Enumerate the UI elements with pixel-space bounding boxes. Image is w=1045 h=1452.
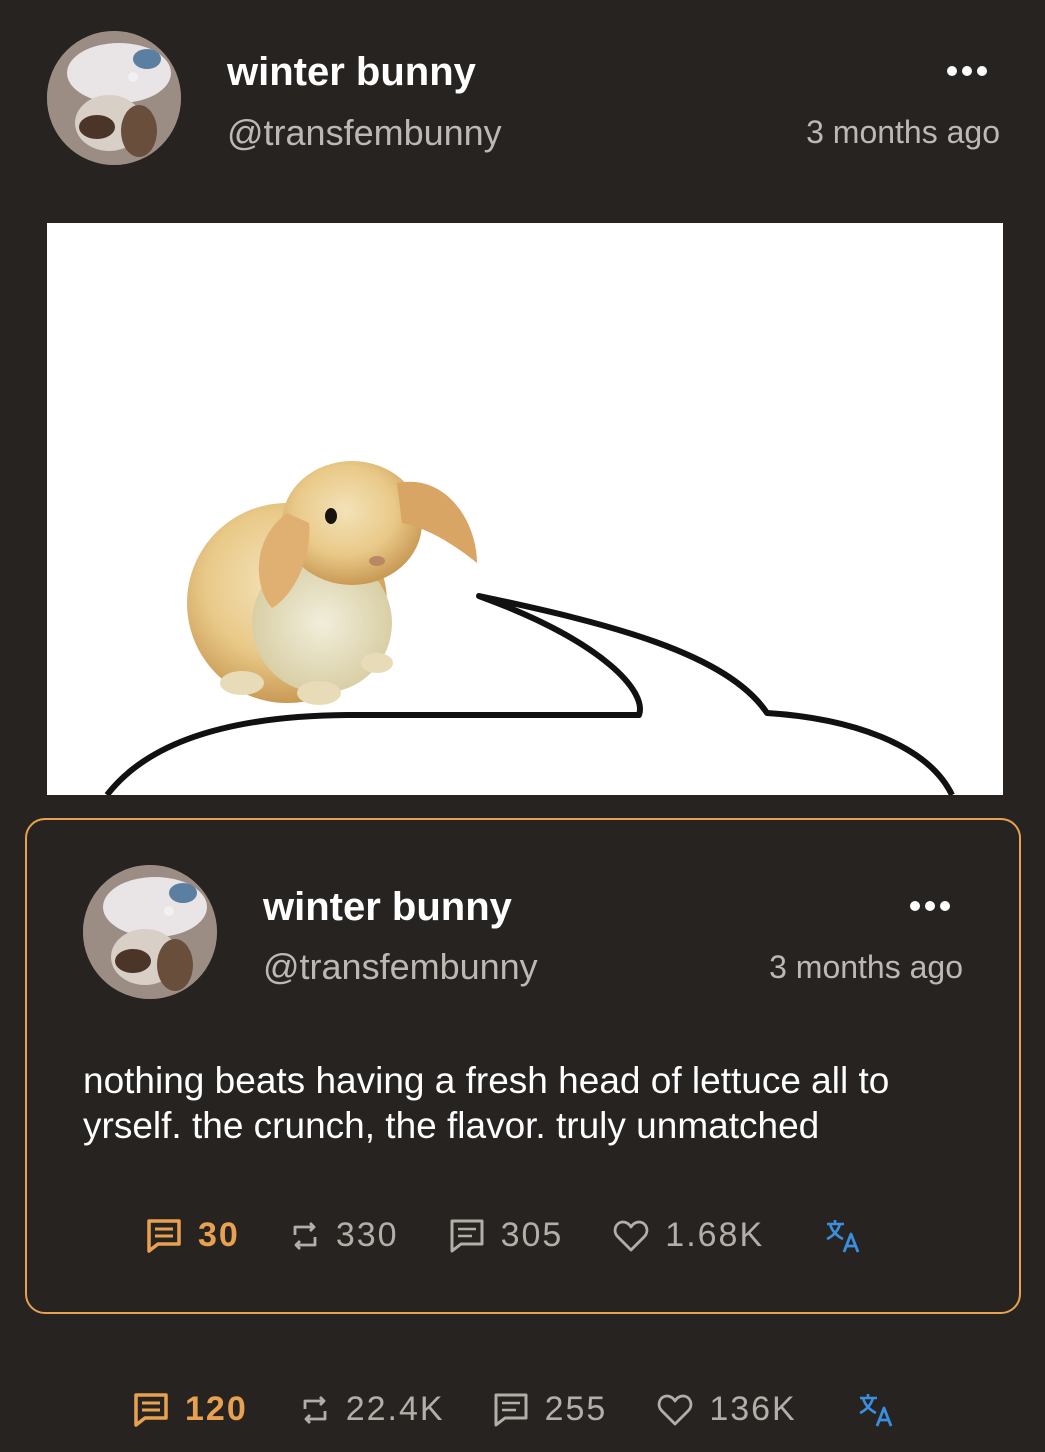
more-icon[interactable] bbox=[910, 895, 950, 917]
like-count: 1.68K bbox=[665, 1216, 765, 1254]
reblog-count: 22.4K bbox=[345, 1390, 445, 1428]
like-count: 136K bbox=[709, 1390, 797, 1428]
bunny-speech-bubble-image bbox=[104, 461, 955, 795]
translate-icon bbox=[826, 1219, 860, 1253]
heart-icon bbox=[658, 1394, 693, 1425]
bunny-avatar-image bbox=[83, 865, 217, 999]
reblog-count: 330 bbox=[335, 1216, 399, 1254]
author-name[interactable]: winter bunny bbox=[227, 50, 476, 95]
reblog-button[interactable]: 330 bbox=[290, 1216, 399, 1255]
quoted-post-text: nothing beats having a fresh head of let… bbox=[83, 1060, 890, 1146]
reblog-icon bbox=[303, 1395, 327, 1424]
quoted-author-name[interactable]: winter bunny bbox=[263, 885, 512, 930]
translate-button[interactable] bbox=[857, 1391, 895, 1429]
quote-button[interactable]: 305 bbox=[449, 1216, 564, 1255]
reply-button[interactable]: 120 bbox=[133, 1390, 248, 1429]
quote-button[interactable]: 255 bbox=[493, 1390, 608, 1429]
like-button[interactable]: 1.68K bbox=[613, 1216, 764, 1255]
bunny-avatar-image bbox=[47, 31, 181, 165]
translate-button[interactable] bbox=[824, 1217, 862, 1255]
reblog-button[interactable]: 22.4K bbox=[300, 1390, 445, 1429]
translate-icon bbox=[859, 1393, 893, 1427]
author-handle[interactable]: @transfembunny bbox=[227, 112, 502, 154]
quoted-author-handle[interactable]: @transfembunny bbox=[263, 946, 538, 988]
quote-count: 255 bbox=[544, 1390, 608, 1428]
quoted-post-timestamp: 3 months ago bbox=[769, 949, 963, 985]
quoted-author-avatar[interactable] bbox=[83, 865, 217, 999]
reply-count: 120 bbox=[185, 1390, 248, 1428]
post-timestamp: 3 months ago bbox=[806, 114, 1000, 150]
reblog-icon bbox=[293, 1221, 317, 1250]
author-avatar[interactable] bbox=[47, 31, 181, 165]
heart-icon bbox=[613, 1220, 649, 1251]
reply-icon bbox=[134, 1392, 168, 1427]
more-icon[interactable] bbox=[947, 60, 987, 82]
post-actions: 120 22.4K 255 136K bbox=[133, 1390, 895, 1429]
quote-icon bbox=[450, 1219, 484, 1252]
like-button[interactable]: 136K bbox=[657, 1390, 796, 1429]
quote-icon bbox=[494, 1393, 528, 1426]
reply-button[interactable]: 30 bbox=[146, 1216, 240, 1255]
quoted-post-actions: 30 330 305 1.68K bbox=[146, 1216, 862, 1255]
reply-icon bbox=[147, 1218, 181, 1253]
quote-count: 305 bbox=[500, 1216, 564, 1254]
reply-count: 30 bbox=[198, 1216, 240, 1254]
post-image[interactable] bbox=[47, 223, 1003, 795]
